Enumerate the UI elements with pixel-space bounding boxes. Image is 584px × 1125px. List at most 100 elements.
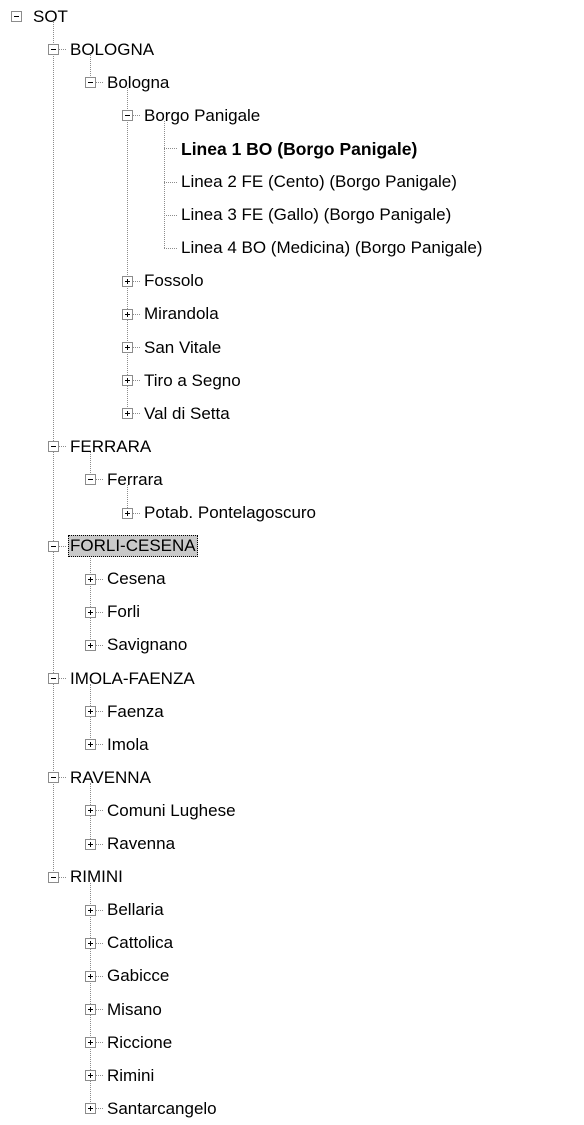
collapse-icon[interactable] [85, 474, 96, 486]
tree-node[interactable]: Mirandola [142, 298, 221, 331]
tree-node-label: Borgo Panigale [144, 105, 261, 125]
expand-icon[interactable] [85, 739, 96, 751]
tree-node[interactable]: BOLOGNA [68, 33, 156, 66]
collapse-icon[interactable] [48, 540, 59, 552]
tree-node-label: Bellaria [107, 900, 164, 920]
tree-node[interactable]: Riccione [105, 1026, 174, 1059]
tree-node-label: RIMINI [70, 867, 123, 887]
tree-node-label: RAVENNA [70, 767, 151, 787]
tree-node[interactable]: Linea 4 BO (Medicina) (Borgo Panigale) [179, 232, 484, 265]
tree-node[interactable]: Potab. Pontelagoscuro [142, 497, 318, 530]
expand-icon[interactable] [85, 606, 96, 618]
expand-icon[interactable] [85, 639, 96, 651]
expand-icon[interactable] [85, 805, 96, 817]
tree-node-label: Gabicce [107, 966, 170, 986]
tree-node-label: Mirandola [144, 304, 219, 324]
tree-node[interactable]: Borgo Panigale [142, 99, 262, 132]
tree-node-label: Misano [107, 999, 162, 1019]
tree-node-label: San Vitale [144, 337, 222, 357]
tree-connector-line [164, 214, 177, 216]
tree-node[interactable]: Imola [105, 728, 151, 761]
tree-node-label: Val di Setta [144, 403, 230, 423]
collapse-icon[interactable] [48, 772, 59, 784]
tree-connector-line [164, 181, 177, 183]
tree-node-label: Cesena [107, 569, 166, 589]
tree-node[interactable]: RIMINI [68, 861, 125, 894]
expand-icon[interactable] [85, 904, 96, 916]
tree-node[interactable]: Santarcangelo [105, 1092, 219, 1125]
tree-node[interactable]: Ravenna [105, 828, 177, 861]
collapse-icon[interactable] [48, 44, 59, 56]
tree-node[interactable]: FORLI-CESENA [68, 530, 198, 563]
tree-node[interactable]: Val di Setta [142, 397, 232, 430]
tree-connector-line [164, 247, 177, 249]
tree-node[interactable]: Linea 2 FE (Cento) (Borgo Panigale) [179, 166, 459, 199]
tree-node-label: Rimini [107, 1065, 155, 1085]
tree-node-label: Ravenna [107, 834, 176, 853]
tree-node-label: Cattolica [107, 933, 174, 953]
tree-node-label: FERRARA [70, 436, 152, 456]
tree-node[interactable]: San Vitale [142, 331, 223, 364]
tree-node[interactable]: IMOLA-FAENZA [68, 662, 197, 695]
collapse-icon[interactable] [48, 871, 59, 883]
expand-icon[interactable] [85, 1037, 96, 1049]
expand-icon[interactable] [122, 375, 133, 387]
expand-icon[interactable] [85, 937, 96, 949]
expand-icon[interactable] [122, 308, 133, 320]
tree-node-label: Fossolo [144, 271, 204, 291]
expand-icon[interactable] [85, 970, 96, 982]
tree-node-label: Comuni Lughese [107, 800, 236, 820]
tree-node-label: BOLOGNA [70, 39, 155, 59]
tree-node-label: FORLI-CESENA [68, 535, 198, 558]
tree-node[interactable]: Fossolo [142, 265, 206, 298]
tree-node-label: Faenza [107, 701, 164, 721]
tree-node[interactable]: Linea 1 BO (Borgo Panigale) [179, 132, 419, 165]
tree-node[interactable]: FERRARA [68, 430, 153, 463]
expand-icon[interactable] [122, 342, 133, 353]
collapse-icon[interactable] [11, 11, 22, 22]
tree-node[interactable]: Forli [105, 596, 142, 629]
tree-node[interactable]: Savignano [105, 629, 189, 662]
tree-node-label: Forli [107, 602, 141, 622]
tree-node-label: IMOLA-FAENZA [70, 668, 195, 688]
tree-node-label: Potab. Pontelagoscuro [144, 503, 317, 522]
tree-node[interactable]: Gabicce [105, 960, 171, 993]
tree-node-label: Linea 1 BO (Borgo Panigale) [181, 138, 418, 159]
expand-icon[interactable] [85, 573, 96, 585]
tree-node[interactable]: Rimini [105, 1059, 156, 1092]
tree-node[interactable]: Ferrara [105, 463, 165, 496]
tree-node-label: Ferrara [107, 469, 163, 489]
collapse-icon[interactable] [48, 441, 59, 453]
expand-icon[interactable] [85, 838, 96, 850]
tree-node[interactable]: Tiro a Segno [142, 364, 243, 397]
tree-connector-line [90, 551, 91, 645]
tree-node[interactable]: Cesena [105, 563, 168, 596]
tree-node[interactable]: Cattolica [105, 927, 175, 960]
expand-icon[interactable] [85, 1004, 96, 1015]
tree-node[interactable]: Linea 3 FE (Gallo) (Borgo Panigale) [179, 199, 453, 232]
tree-node-label: Bologna [107, 72, 170, 92]
tree-view[interactable]: SOT BOLOGNA Bologna Borgo Panigale Linea 1 B… [0, 0, 584, 1118]
expand-icon[interactable] [85, 1070, 96, 1082]
collapse-icon[interactable] [85, 77, 96, 89]
expand-icon[interactable] [122, 275, 133, 287]
tree-node[interactable]: Comuni Lughese [105, 794, 238, 827]
tree-node[interactable]: Faenza [105, 695, 166, 728]
expand-icon[interactable] [122, 408, 133, 420]
expand-icon[interactable] [85, 706, 96, 718]
tree-node[interactable]: RAVENNA [68, 761, 153, 794]
tree-node-label: Linea 3 FE (Gallo) (Borgo Panigale) [181, 205, 452, 225]
expand-icon[interactable] [85, 1103, 96, 1115]
tree-connector-line [164, 148, 177, 150]
tree-node[interactable]: Bellaria [105, 894, 166, 927]
collapse-icon[interactable] [122, 110, 133, 122]
tree-node[interactable]: Bologna [105, 66, 171, 99]
tree-node[interactable]: Misano [105, 993, 164, 1026]
tree-connector-line [127, 88, 128, 414]
tree-node-label: Riccione [107, 1032, 173, 1052]
tree-node[interactable]: SOT [31, 0, 70, 33]
tree-node-label: SOT [33, 6, 68, 26]
expand-icon[interactable] [122, 507, 133, 519]
collapse-icon[interactable] [48, 673, 59, 684]
tree-connector-line [164, 121, 165, 248]
